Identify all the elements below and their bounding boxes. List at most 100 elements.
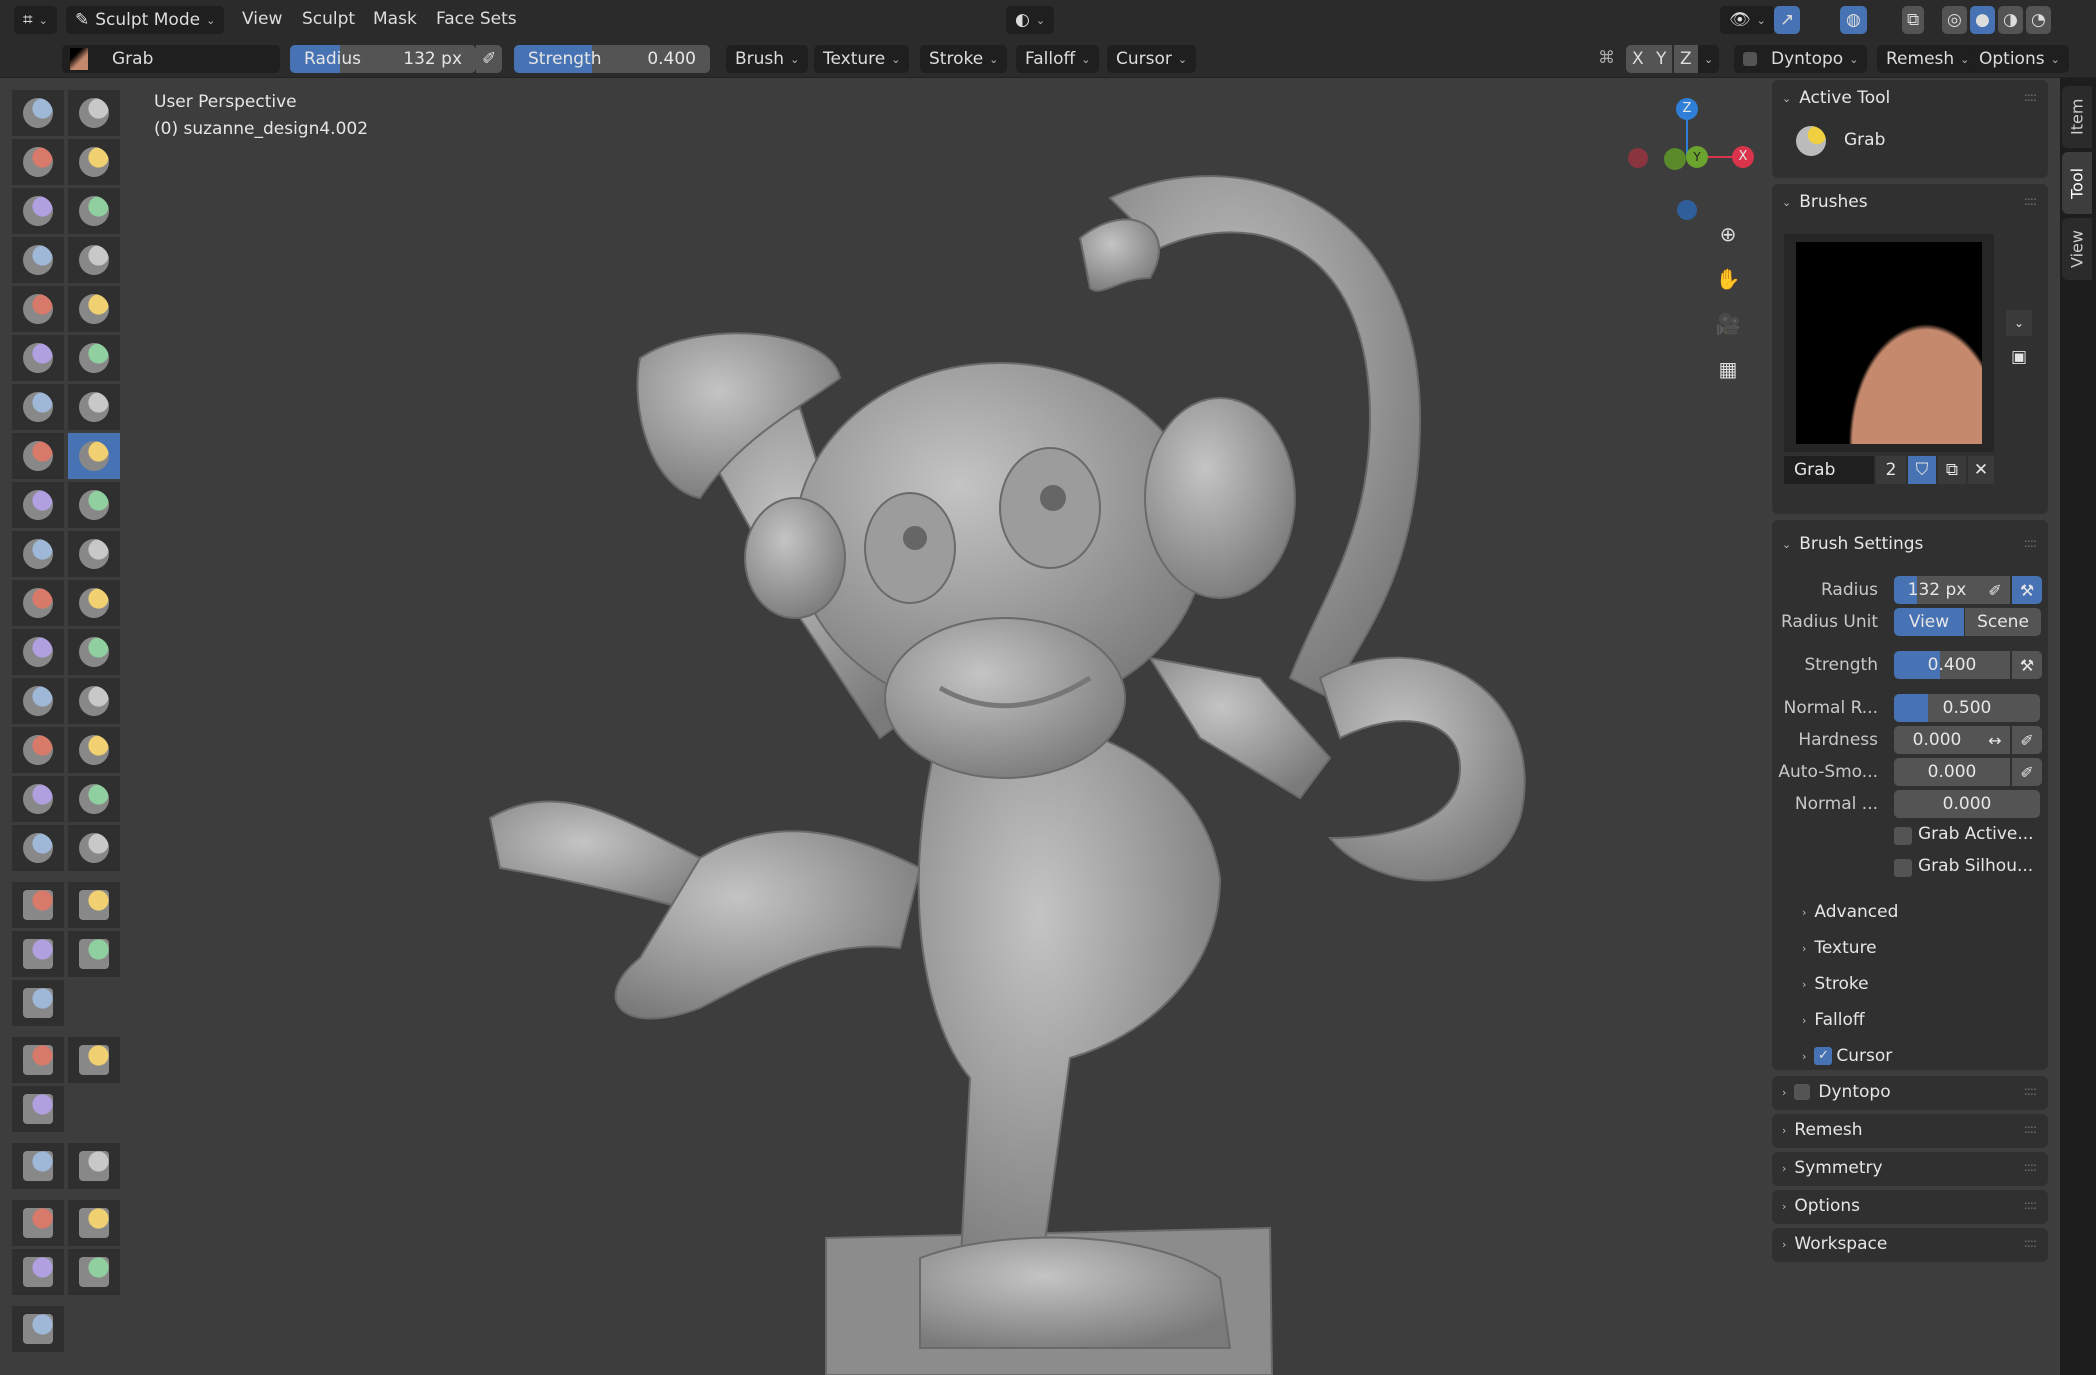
subpanel-cursor[interactable]: › ✓ Cursor <box>1802 1046 1892 1066</box>
section-options[interactable]: › Options:::: <box>1772 1190 2048 1224</box>
tool-edit-face-set[interactable] <box>12 1143 64 1189</box>
brush-selector[interactable]: Grab <box>62 45 280 73</box>
tool-mask[interactable] <box>12 727 64 773</box>
normal-radius-field[interactable]: 0.500 <box>1894 694 2040 722</box>
tool-cloth[interactable] <box>12 678 64 724</box>
menu-sculpt[interactable]: Sculpt <box>302 9 355 29</box>
tool-pinch[interactable] <box>12 433 64 479</box>
radius-unit-scene[interactable]: Scene <box>1965 608 2041 636</box>
tool-fill[interactable] <box>68 335 120 381</box>
gizmo-x-axis[interactable]: X <box>1732 146 1754 168</box>
section-symmetry[interactable]: › Symmetry:::: <box>1772 1152 2048 1186</box>
shading-material[interactable]: ◑ <box>1998 6 2023 34</box>
tool-draw-face-sets[interactable] <box>68 727 120 773</box>
tool-blob[interactable] <box>68 237 120 283</box>
xray-toggle[interactable]: ⧉ <box>1902 6 1925 34</box>
tool-box-hide[interactable] <box>68 882 120 928</box>
tool-smear[interactable] <box>68 825 120 871</box>
tool-box-face-set[interactable] <box>12 931 64 977</box>
3d-viewport[interactable]: User Perspective (0) suzanne_design4.002 <box>0 78 2060 1375</box>
grid-ortho-icon[interactable]: ▦ <box>1710 351 1746 387</box>
section-remesh[interactable]: › Remesh:::: <box>1772 1114 2048 1148</box>
tool-multiplane-scrape[interactable] <box>68 384 120 430</box>
tool-elastic-deform[interactable] <box>12 482 64 528</box>
texture-dropdown[interactable]: Texture ⌄ <box>814 45 910 73</box>
stroke-dropdown[interactable]: Stroke ⌄ <box>920 45 1008 73</box>
tool-mask-by-color[interactable] <box>68 1143 120 1189</box>
strength-unified-icon[interactable]: ⚒ <box>2012 651 2042 679</box>
tool-inflate[interactable] <box>12 237 64 283</box>
mirror-options[interactable]: ⌄ <box>1698 45 1720 73</box>
tool-box-trim[interactable] <box>68 931 120 977</box>
dyntopo-checkbox[interactable] <box>1743 52 1757 66</box>
radius-pressure-toggle[interactable]: ✐ <box>476 45 503 73</box>
section-workspace[interactable]: › Workspace:::: <box>1772 1228 2048 1262</box>
cursor-dropdown[interactable]: Cursor ⌄ <box>1107 45 1197 73</box>
tool-flatten[interactable] <box>12 335 64 381</box>
dyntopo-dropdown[interactable]: Dyntopo ⌄ <box>1734 45 1868 73</box>
brush-settings-header[interactable]: ⌄ Brush Settings <box>1782 534 1923 554</box>
radius-unit-view[interactable]: View <box>1894 608 1964 636</box>
editor-type-button[interactable]: ⌗ ⌄ <box>14 6 57 34</box>
auto-smooth-field[interactable]: 0.000 <box>1894 758 2010 786</box>
shading-solid[interactable]: ● <box>1970 6 1995 34</box>
tab-tool[interactable]: Tool <box>2062 152 2092 214</box>
tool-nudge[interactable] <box>12 580 64 626</box>
tool-draw-sharp[interactable] <box>68 90 120 136</box>
visibility-button[interactable]: 👁 ⌄ <box>1720 6 1775 34</box>
mirror-z[interactable]: Z <box>1674 45 1698 73</box>
tool-move[interactable] <box>12 1200 64 1246</box>
tool-clay-thumb[interactable] <box>12 188 64 234</box>
tool-mesh-filter[interactable] <box>12 1037 64 1083</box>
fake-user-shield-icon[interactable]: ⛉ <box>1908 456 1936 484</box>
gizmo-neg-x[interactable] <box>1628 148 1648 168</box>
pan-hand-icon[interactable]: ✋ <box>1710 261 1746 297</box>
transform-pivot-button[interactable]: ◐ ⌄ <box>1006 6 1055 34</box>
hardness-field[interactable]: 0.000 <box>1894 726 1980 754</box>
brush-users-count[interactable]: 2 <box>1876 456 1906 484</box>
normal-weight-field[interactable]: 0.000 <box>1894 790 2040 818</box>
tool-slide-relax[interactable] <box>12 629 64 675</box>
tool-crease[interactable] <box>12 286 64 332</box>
cursor-checkbox[interactable]: ✓ <box>1814 1047 1833 1065</box>
radius-field[interactable]: 132 px <box>1894 576 1980 604</box>
mirror-x[interactable]: X <box>1626 45 1650 73</box>
gizmo-toggle[interactable]: ↗ <box>1774 6 1801 34</box>
tool-multires-eraser[interactable] <box>12 776 64 822</box>
tool-annotate[interactable] <box>12 1306 64 1352</box>
gizmo-neg-z[interactable] <box>1677 200 1697 220</box>
radius-unified-icon[interactable]: ⚒ <box>2012 576 2042 604</box>
tool-clay[interactable] <box>12 139 64 185</box>
subpanel-texture[interactable]: › Texture <box>1802 938 1877 958</box>
mode-dropdown[interactable]: ✎ Sculpt Mode ⌄ <box>66 6 225 34</box>
brush-image-icon[interactable]: ▣ <box>2006 344 2032 370</box>
mirror-y[interactable]: Y <box>1650 45 1673 73</box>
tool-thumb[interactable] <box>12 531 64 577</box>
tool-simplify[interactable] <box>68 678 120 724</box>
shading-rendered[interactable]: ◔ <box>2026 6 2051 34</box>
tool-box-mask[interactable] <box>12 882 64 928</box>
tool-scale[interactable] <box>12 1249 64 1295</box>
dyntopo-panel-checkbox[interactable] <box>1794 1084 1811 1100</box>
radius-slider[interactable]: Radius 132 px <box>290 45 476 73</box>
tool-paint[interactable] <box>12 825 64 871</box>
falloff-dropdown[interactable]: Falloff ⌄ <box>1016 45 1100 73</box>
grab-active-checkbox[interactable] <box>1894 827 1912 845</box>
menu-mask[interactable]: Mask <box>373 9 417 29</box>
hardness-invert-icon[interactable]: ↔ <box>1980 726 2010 754</box>
tool-color-filter[interactable] <box>12 1086 64 1132</box>
brushes-header[interactable]: ⌄ Brushes <box>1782 192 1868 212</box>
gizmo-neg-y[interactable] <box>1664 148 1686 170</box>
tab-item[interactable]: Item <box>2062 86 2092 148</box>
menu-face-sets[interactable]: Face Sets <box>436 9 517 29</box>
zoom-icon[interactable]: ⊕ <box>1710 216 1746 252</box>
camera-icon[interactable]: 🎥 <box>1710 306 1746 342</box>
tool-cloth-filter[interactable] <box>68 1037 120 1083</box>
brush-list-dropdown[interactable]: ⌄ <box>2006 310 2032 336</box>
brush-dropdown[interactable]: Brush ⌄ <box>726 45 809 73</box>
shading-wireframe[interactable]: ◎ <box>1942 6 1967 34</box>
remesh-dropdown[interactable]: Remesh ⌄ <box>1877 45 1979 73</box>
active-tool-header[interactable]: ⌄ Active Tool <box>1782 88 1890 108</box>
brush-preview[interactable] <box>1784 234 1994 452</box>
tool-draw[interactable] <box>12 90 64 136</box>
